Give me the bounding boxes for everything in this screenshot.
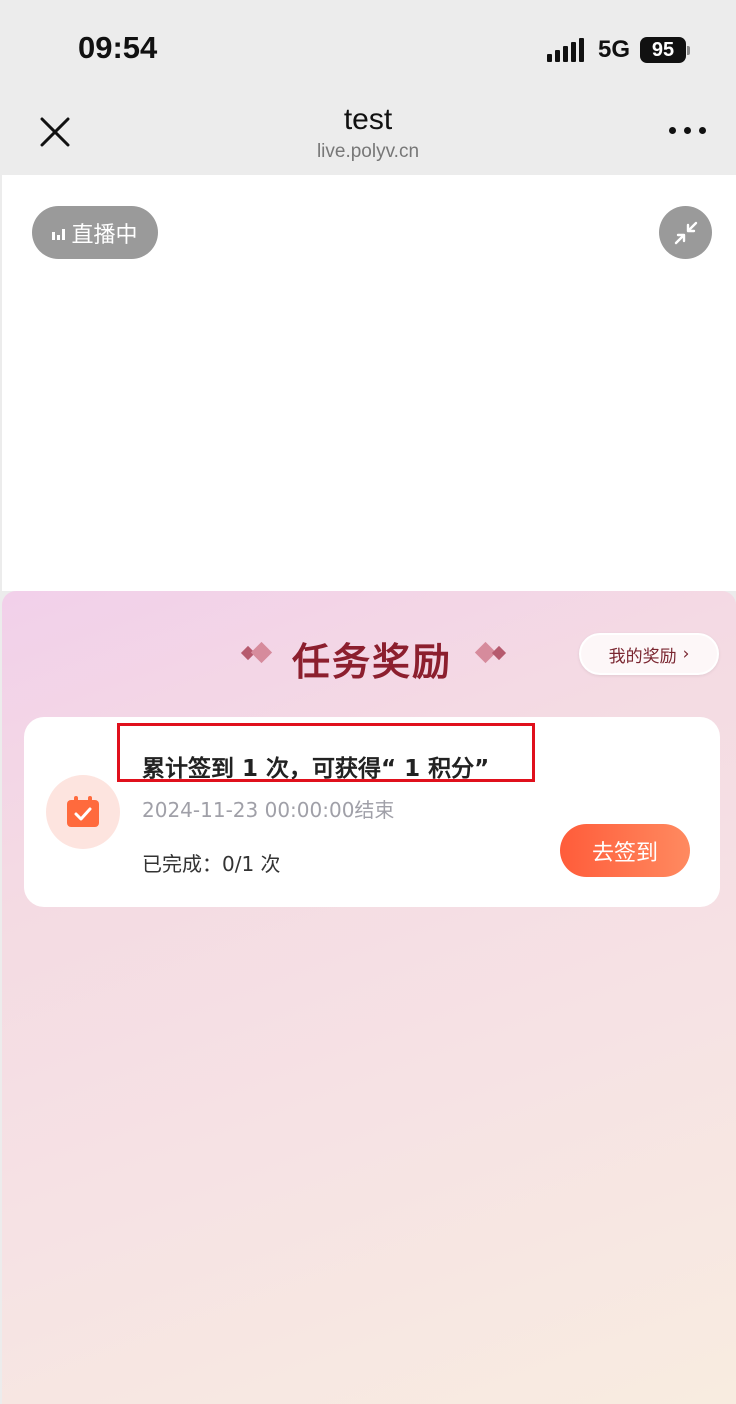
calendar-check-icon [67, 796, 99, 827]
live-bars-icon [52, 226, 66, 240]
browser-title-bar: test live.polyv.cn [0, 95, 736, 175]
video-player[interactable]: 直播中 [2, 175, 736, 591]
task-deadline: 2024-11-23 00:00:00结束 [142, 798, 395, 822]
more-button[interactable] [669, 127, 706, 134]
my-rewards-button[interactable]: 我的奖励 › [579, 633, 719, 675]
network-type: 5G [597, 36, 630, 63]
page-url: live.polyv.cn [316, 141, 420, 162]
check-in-button[interactable]: 去签到 [560, 824, 690, 877]
highlight-annotation-box [117, 723, 535, 782]
panel-header: 任务奖励 我的奖励 › [2, 625, 736, 685]
diamond-decoration-icon [474, 641, 507, 664]
status-time: 09:54 [78, 30, 158, 65]
page-title: test [343, 103, 393, 136]
status-indicators: 5G 95 [546, 36, 690, 64]
my-rewards-label: 我的奖励 [608, 646, 677, 667]
live-status-badge: 直播中 [32, 206, 158, 259]
live-status-label: 直播中 [71, 222, 138, 248]
battery-level: 95 [640, 37, 686, 63]
chevron-right-icon: › [682, 644, 690, 664]
more-icon [669, 127, 676, 134]
task-progress: 已完成：0/1 次 [142, 852, 281, 876]
collapse-button[interactable] [659, 206, 712, 259]
task-icon-container [46, 775, 120, 849]
battery-icon: 95 [640, 37, 690, 63]
status-bar: 09:54 5G 95 [0, 0, 736, 95]
signal-icon [546, 38, 584, 62]
task-rewards-panel: 任务奖励 我的奖励 › 累计签到 1 次，可获得“ 1 积分” 2024-11-… [2, 591, 736, 1404]
collapse-icon [674, 221, 697, 244]
